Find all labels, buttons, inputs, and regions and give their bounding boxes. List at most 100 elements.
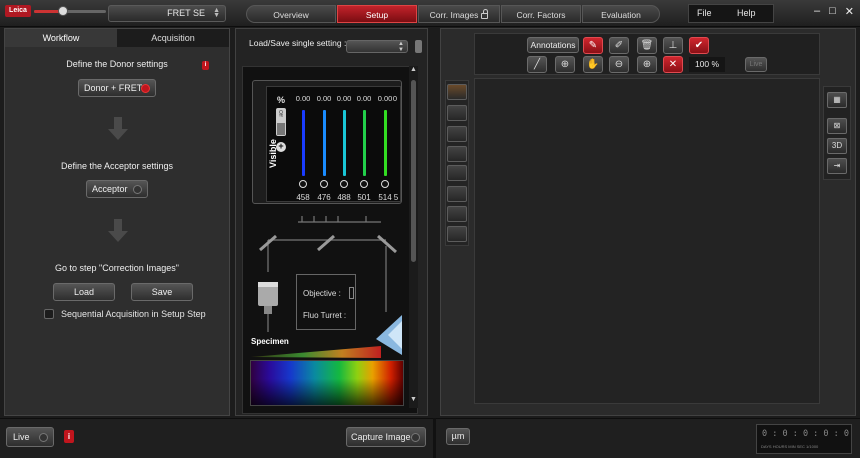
setting-dropdown[interactable]: ▲ ▼ — [346, 40, 408, 53]
draw-icon[interactable]: ✎ — [583, 37, 603, 54]
acceptor-button[interactable]: Acceptor — [86, 180, 148, 198]
step-overview[interactable]: Overview — [246, 5, 336, 23]
viewer-live-button[interactable]: Live — [745, 57, 767, 72]
scroll-up-icon[interactable]: ▲ — [410, 66, 417, 73]
laser-slider-knob[interactable] — [340, 180, 348, 188]
capture-image-button[interactable]: Capture Image — [346, 427, 426, 447]
goto-step-text: Go to step "Correction Images" — [55, 263, 179, 273]
step-evaluation[interactable]: Evaluation — [582, 5, 660, 23]
zoom-in-icon[interactable]: ⊕ — [637, 56, 657, 73]
step-corr-factors[interactable]: Corr. Factors — [501, 5, 581, 23]
status-bar — [0, 418, 860, 458]
laser-slider-knob[interactable] — [299, 180, 307, 188]
check-icon[interactable]: ✔ — [689, 37, 709, 54]
info-icon[interactable]: i — [64, 430, 74, 443]
fit-to-window-icon[interactable]: ✕ — [663, 56, 683, 73]
wavelength-label: 488 — [337, 193, 351, 202]
emission-spectrum[interactable] — [250, 360, 404, 406]
setting-menu-button[interactable] — [415, 40, 422, 53]
copy-icon[interactable] — [447, 206, 467, 222]
grid-view-icon[interactable]: ▦ — [827, 92, 847, 108]
live-button[interactable]: Live — [6, 427, 54, 447]
export-icon[interactable]: ⇥ — [827, 158, 847, 174]
channel-overlay-icon[interactable] — [447, 84, 467, 100]
laser-intensity-value: 0.00 — [356, 94, 372, 103]
status-led-icon — [39, 433, 48, 442]
objective-panel: Objective : Fluo Turret : — [296, 274, 356, 330]
laser-line-501[interactable] — [363, 110, 366, 176]
pan-hand-icon[interactable]: ✋ — [583, 56, 603, 73]
pen-icon[interactable]: ✐ — [609, 37, 629, 54]
spectrum-beam — [251, 346, 381, 358]
brightness-slider[interactable] — [34, 10, 106, 13]
menu-help[interactable]: Help — [737, 8, 756, 18]
top-bar: Leica FRET SE ▲ ▼ Overview Setup Corr. Im… — [0, 0, 860, 27]
tab-workflow[interactable]: Workflow — [5, 29, 117, 47]
step-corr-images[interactable]: Corr. Images — [418, 5, 500, 23]
image-canvas[interactable] — [474, 78, 820, 404]
updown-arrow-icon: ▲ ▼ — [213, 7, 220, 19]
visible-label: Visible — [268, 139, 278, 168]
wavelength-label: 501 — [357, 193, 371, 202]
sequential-checkbox[interactable] — [44, 309, 54, 319]
wavelength-label: 458 — [296, 193, 310, 202]
unit-button[interactable]: µm — [446, 428, 470, 445]
annotations-button[interactable]: Annotations — [527, 37, 579, 53]
line-profile-icon[interactable]: ╱ — [527, 56, 547, 73]
status-led-icon — [411, 433, 420, 442]
objective-selector[interactable] — [349, 287, 354, 299]
timestamp-value: 0 : 0 : 0 : 0 : 0 — [762, 429, 849, 439]
laser-line-488[interactable] — [343, 110, 346, 176]
zoom-level: 100 % — [689, 57, 725, 72]
fluo-turret-label: Fluo Turret : — [303, 311, 347, 320]
mode-select-value: FRET SE — [167, 8, 205, 18]
slider-knob[interactable] — [58, 6, 68, 16]
close-icon[interactable]: ✕ — [845, 5, 854, 18]
status-led-icon — [141, 84, 150, 93]
gallery-icon[interactable] — [447, 146, 467, 162]
leica-logo: Leica — [5, 5, 31, 17]
window-controls: – □ ✕ — [814, 5, 854, 18]
fullscreen-icon[interactable]: ⊠ — [827, 118, 847, 134]
stack-icon[interactable] — [447, 126, 467, 142]
visible-on-off-toggle[interactable]: Off — [276, 108, 286, 136]
scrollbar-thumb[interactable] — [411, 80, 416, 262]
maximize-icon[interactable]: □ — [829, 5, 836, 18]
save-button[interactable]: Save — [131, 283, 193, 301]
timestamp-display: 0 : 0 : 0 : 0 : 0 DAYS HOURS MIN SEC 1/1… — [756, 424, 852, 454]
vertical-scrollbar[interactable]: ▲ ▼ — [409, 66, 418, 408]
load-button[interactable]: Load — [53, 283, 115, 301]
3d-view-button[interactable]: 3D — [827, 138, 847, 154]
zoom-out-icon[interactable]: ⊖ — [609, 56, 629, 73]
laser-line-514[interactable] — [384, 110, 387, 176]
max-projection-icon[interactable] — [447, 105, 467, 121]
trash-icon[interactable]: 🗑 — [637, 37, 657, 54]
laser-slider-knob[interactable] — [381, 180, 389, 188]
define-acceptor-text: Define the Acceptor settings — [60, 161, 174, 171]
mode-select[interactable]: FRET SE ▲ ▼ — [108, 5, 226, 22]
menu-bar: File Help — [688, 4, 774, 23]
ortho-view-icon[interactable] — [447, 165, 467, 181]
step-setup[interactable]: Setup — [337, 5, 417, 23]
define-donor-text: Define the Donor settings — [66, 59, 168, 69]
objective-label: Objective : — [303, 289, 341, 298]
histogram-icon[interactable] — [447, 226, 467, 242]
donor-fret-button[interactable]: Donor + FRET — [78, 79, 156, 97]
laser-line-476[interactable] — [323, 110, 326, 176]
laser-intensity-value: 0.00 — [316, 94, 332, 103]
minimize-icon[interactable]: – — [814, 5, 820, 18]
wavelength-label: 476 — [317, 193, 331, 202]
lut-icon[interactable] — [447, 186, 467, 202]
laser-slider-knob[interactable] — [320, 180, 328, 188]
laser-intensity-value: 0 — [392, 94, 398, 103]
tab-acquisition[interactable]: Acquisition — [117, 29, 229, 47]
scroll-down-icon[interactable]: ▼ — [410, 396, 417, 403]
laser-slider-knob[interactable] — [360, 180, 368, 188]
panel-separator[interactable] — [433, 418, 436, 458]
timestamp-units: DAYS HOURS MIN SEC 1/1000 — [761, 444, 819, 449]
info-icon[interactable]: i — [202, 61, 209, 70]
crosshair-icon[interactable]: ⊕ — [555, 56, 575, 73]
scale-bar-icon[interactable]: ⊥ — [663, 37, 683, 54]
menu-file[interactable]: File — [697, 8, 712, 18]
laser-line-458[interactable] — [302, 110, 305, 176]
